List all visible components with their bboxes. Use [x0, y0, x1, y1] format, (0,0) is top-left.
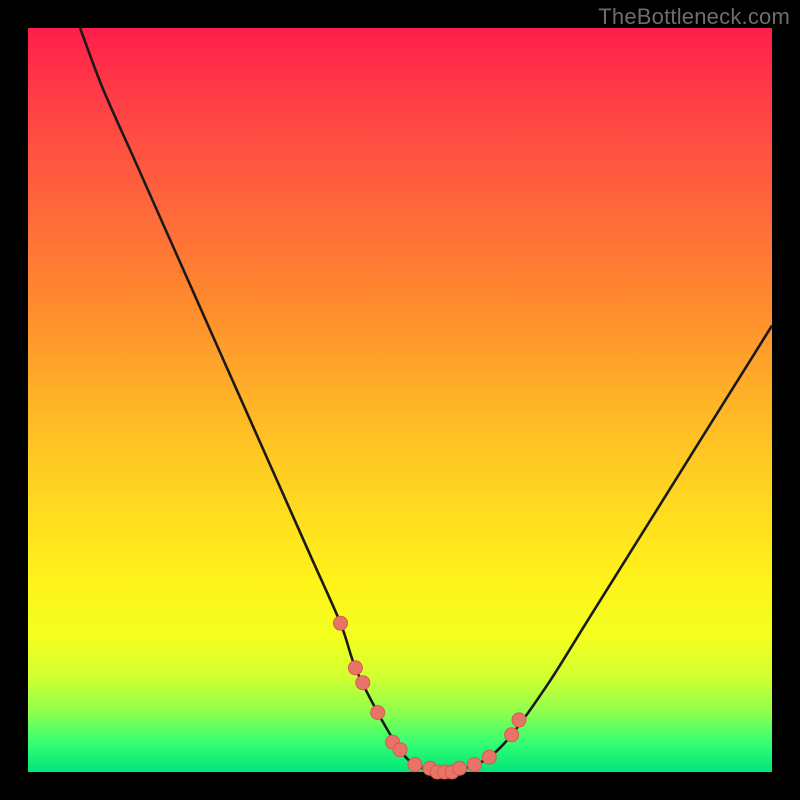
curve-marker	[512, 713, 526, 727]
plot-area	[28, 28, 772, 772]
curve-marker	[505, 728, 519, 742]
watermark-text: TheBottleneck.com	[598, 4, 790, 30]
chart-frame: TheBottleneck.com	[0, 0, 800, 800]
curve-svg	[28, 28, 772, 772]
curve-marker	[334, 616, 348, 630]
curve-marker	[371, 706, 385, 720]
curve-marker	[453, 761, 467, 775]
curve-marker	[482, 750, 496, 764]
marker-group	[334, 616, 527, 779]
curve-marker	[348, 661, 362, 675]
bottleneck-curve	[80, 28, 772, 773]
curve-marker	[393, 743, 407, 757]
curve-marker	[356, 676, 370, 690]
curve-marker	[467, 758, 481, 772]
curve-marker	[408, 758, 422, 772]
